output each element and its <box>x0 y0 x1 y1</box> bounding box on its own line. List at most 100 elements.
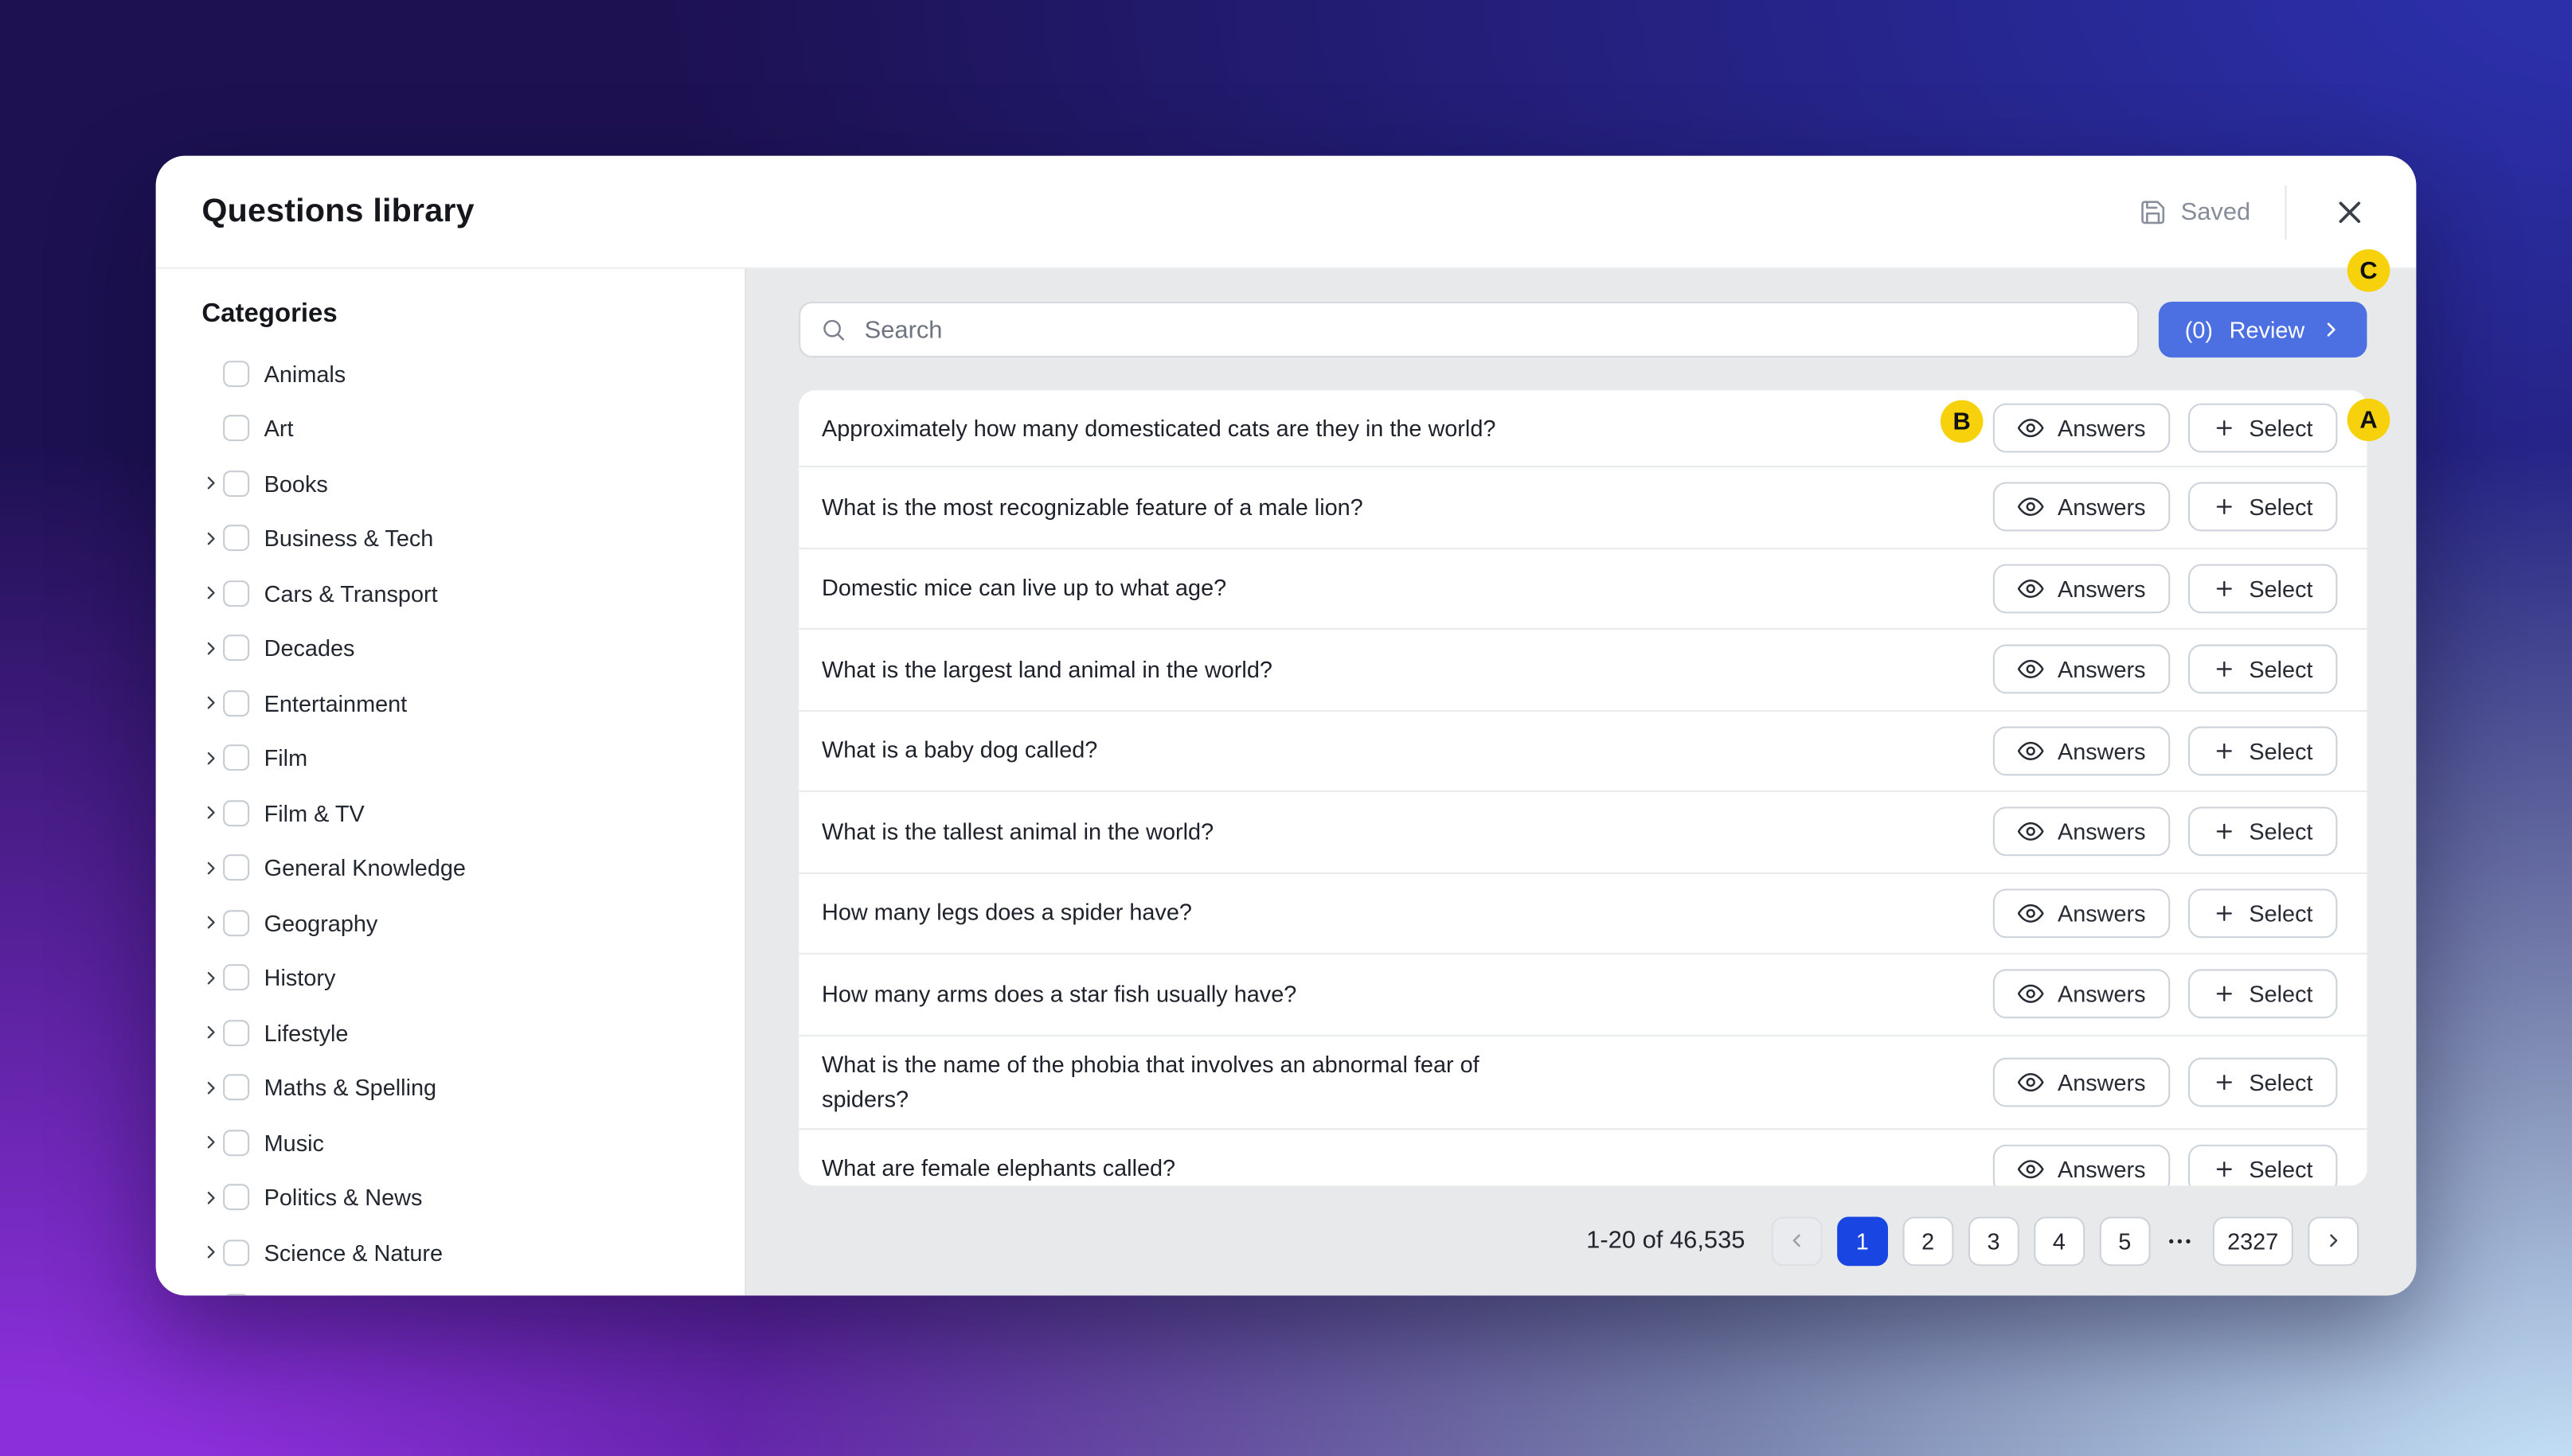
answers-button[interactable]: Answers <box>1993 645 2171 694</box>
sidebar-category-item[interactable]: Maths & Spelling <box>201 1060 745 1115</box>
answers-button[interactable]: Answers <box>1993 482 2171 532</box>
sidebar-category-item[interactable]: Geography <box>201 896 745 950</box>
select-button[interactable]: Select <box>2188 645 2338 694</box>
answers-button[interactable]: Answers <box>1993 969 2171 1019</box>
sidebar-category-item[interactable]: Sport <box>201 1280 745 1296</box>
category-checkbox[interactable] <box>223 689 250 716</box>
answers-label: Answers <box>2057 656 2146 683</box>
close-button[interactable] <box>2321 184 2377 240</box>
select-button[interactable]: Select <box>2188 482 2338 532</box>
answers-button[interactable]: Answers <box>1993 403 2171 453</box>
answers-button[interactable]: Answers <box>1993 1144 2171 1186</box>
sidebar-category-item[interactable]: General Knowledge <box>201 841 745 896</box>
answers-button[interactable]: Answers <box>1993 807 2171 857</box>
category-checkbox[interactable] <box>223 634 250 662</box>
category-checkbox[interactable] <box>223 1074 250 1101</box>
category-checkbox[interactable] <box>223 1294 250 1296</box>
category-checkbox[interactable] <box>223 525 250 552</box>
category-checkbox[interactable] <box>223 580 250 607</box>
search-icon <box>820 317 846 343</box>
chevron-right-icon[interactable] <box>201 1189 223 1207</box>
question-text: What is the largest land animal in the w… <box>822 655 1272 682</box>
sidebar-category-item[interactable]: Music <box>201 1115 745 1170</box>
sidebar-category-item[interactable]: Animals <box>201 346 745 401</box>
question-text: What is the name of the phobia that invo… <box>822 1050 1479 1111</box>
chevron-right-icon[interactable] <box>201 1024 223 1042</box>
sidebar-category-item[interactable]: Art <box>201 401 745 456</box>
question-row: What are female elephants called? Answer… <box>799 1127 2367 1186</box>
answers-button[interactable]: Answers <box>1993 1056 2171 1107</box>
answers-button[interactable]: Answers <box>1993 888 2171 938</box>
category-checkbox[interactable] <box>223 854 250 881</box>
chevron-right-icon[interactable] <box>201 584 223 603</box>
category-checkbox[interactable] <box>223 799 250 826</box>
page-buttons: 1 2 3 4 5 <box>1836 1216 2151 1266</box>
category-checkbox[interactable] <box>223 1184 250 1211</box>
sidebar-category-item[interactable]: Entertainment <box>201 676 745 731</box>
sidebar-category-item[interactable]: Business & Tech <box>201 511 745 566</box>
sidebar-category-item[interactable]: Science & Nature <box>201 1225 745 1280</box>
chevron-right-icon[interactable] <box>201 694 223 712</box>
chevron-right-icon[interactable] <box>201 1243 223 1262</box>
select-button[interactable]: Select <box>2188 726 2338 775</box>
next-page-button[interactable] <box>2308 1216 2359 1266</box>
page-button[interactable]: 5 <box>2099 1216 2151 1266</box>
sidebar-category-item[interactable]: Film & TV <box>201 786 745 841</box>
sidebar-category-item[interactable]: Politics & News <box>201 1170 745 1225</box>
sidebar-category-item[interactable]: Lifestyle <box>201 1005 745 1060</box>
category-checkbox[interactable] <box>223 470 250 497</box>
select-button[interactable]: Select <box>2188 888 2338 938</box>
chevron-right-icon[interactable] <box>201 639 223 658</box>
question-text: Approximately how many domesticated cats… <box>822 414 1496 441</box>
select-button[interactable]: Select <box>2188 807 2338 857</box>
chevron-right-icon[interactable] <box>201 969 223 987</box>
select-button[interactable]: Select <box>2188 403 2338 453</box>
sidebar-category-item[interactable]: Books <box>201 456 745 511</box>
page-button[interactable]: 3 <box>1968 1216 2019 1266</box>
chevron-right-icon[interactable] <box>201 1079 223 1097</box>
category-checkbox[interactable] <box>223 1019 250 1046</box>
category-label: Animals <box>264 360 346 387</box>
answers-button[interactable]: Answers <box>1993 726 2171 775</box>
page-button[interactable]: 2 <box>1902 1216 1954 1266</box>
question-actions: Answers Select <box>1993 645 2338 694</box>
question-row: What is the tallest animal in the world?… <box>799 790 2367 872</box>
page-button[interactable]: 4 <box>2034 1216 2085 1266</box>
search-input[interactable] <box>861 314 2118 345</box>
previous-page-button[interactable] <box>1771 1216 1823 1266</box>
category-checkbox[interactable] <box>223 909 250 936</box>
chevron-right-icon[interactable] <box>201 914 223 932</box>
plus-icon <box>2213 982 2236 1005</box>
page-button[interactable]: 1 <box>1836 1216 1888 1266</box>
category-checkbox[interactable] <box>223 415 250 442</box>
sidebar-category-item[interactable]: Decades <box>201 621 745 676</box>
category-checkbox[interactable] <box>223 964 250 991</box>
select-button[interactable]: Select <box>2188 1144 2338 1186</box>
answers-button[interactable]: Answers <box>1993 564 2171 613</box>
chevron-right-icon[interactable] <box>201 804 223 822</box>
review-button[interactable]: (0) Review <box>2158 302 2367 358</box>
chevron-right-icon[interactable] <box>201 1134 223 1152</box>
question-row: What is the largest land animal in the w… <box>799 627 2367 709</box>
chevron-left-icon <box>1788 1232 1806 1250</box>
select-button[interactable]: Select <box>2188 564 2338 613</box>
sidebar-category-item[interactable]: History <box>201 950 745 1005</box>
sidebar-category-item[interactable]: Cars & Transport <box>201 566 745 621</box>
category-label: Lifestyle <box>264 1019 349 1046</box>
select-button[interactable]: Select <box>2188 1056 2338 1107</box>
chevron-right-icon[interactable] <box>201 859 223 877</box>
question-actions: Answers Select <box>1993 726 2338 775</box>
sidebar-category-item[interactable]: Film <box>201 731 745 786</box>
chevron-right-icon[interactable] <box>201 474 223 493</box>
category-checkbox[interactable] <box>223 1239 250 1266</box>
select-button[interactable]: Select <box>2188 969 2338 1019</box>
category-checkbox[interactable] <box>223 1129 250 1156</box>
chevron-right-icon[interactable] <box>201 749 223 767</box>
eye-icon <box>2018 415 2045 441</box>
chevron-right-icon[interactable] <box>201 529 223 548</box>
category-checkbox[interactable] <box>223 360 250 387</box>
select-label: Select <box>2249 981 2313 1008</box>
question-actions: Answers Select <box>1993 807 2338 857</box>
last-page-button[interactable]: 2327 <box>2212 1216 2293 1266</box>
category-checkbox[interactable] <box>223 744 250 771</box>
